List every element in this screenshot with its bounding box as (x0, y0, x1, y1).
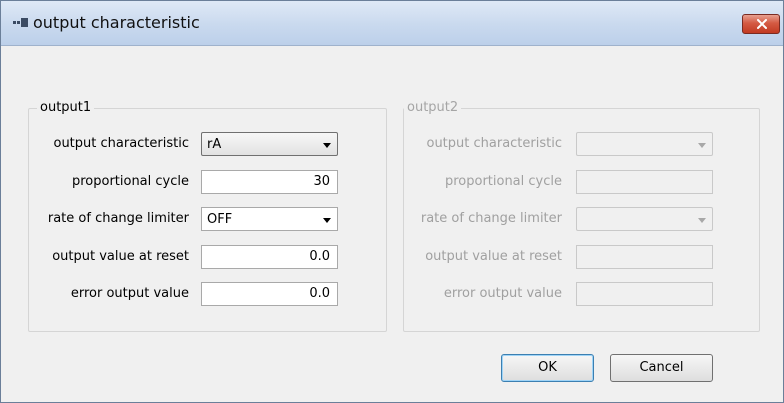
close-icon (757, 19, 767, 29)
output1-limiter-select[interactable]: OFF (201, 207, 338, 231)
output1-reset-label: output value at reset (52, 249, 189, 264)
output2-error-label: error output value (443, 286, 562, 301)
output1-characteristic-value: rA (207, 137, 222, 152)
output2-limiter-select (576, 207, 713, 231)
output1-error-input[interactable]: 0.0 (201, 282, 338, 306)
ok-button[interactable]: OK (501, 354, 594, 382)
output2-reset-label: output value at reset (425, 249, 562, 264)
output2-reset-input (576, 245, 713, 269)
output2-characteristic-label: output characteristic (426, 136, 562, 151)
app-icon (13, 18, 29, 28)
output1-limiter-value: OFF (207, 212, 233, 227)
output1-error-label: error output value (70, 286, 189, 301)
output2-group: output2 output characteristic proportion… (403, 100, 760, 332)
output1-limiter-label: rate of change limiter (47, 211, 189, 226)
output2-limiter-label: rate of change limiter (420, 211, 562, 226)
dialog-window: output characteristic output1 output cha… (0, 0, 784, 403)
output2-cycle-label: proportional cycle (444, 174, 562, 189)
title-bar[interactable]: output characteristic (1, 1, 783, 46)
output2-characteristic-select (576, 132, 713, 156)
chevron-down-icon (698, 143, 706, 148)
chevron-down-icon (323, 218, 331, 223)
chevron-down-icon (698, 218, 706, 223)
window-title: output characteristic (33, 13, 200, 32)
output1-cycle-label: proportional cycle (71, 174, 189, 189)
output2-error-input (576, 282, 713, 306)
output1-characteristic-select[interactable]: rA (201, 132, 338, 156)
output1-characteristic-label: output characteristic (53, 136, 189, 151)
output2-group-label: output2 (404, 100, 462, 115)
output1-cycle-input[interactable]: 30 (201, 170, 338, 194)
output1-reset-input[interactable]: 0.0 (201, 245, 338, 269)
chevron-down-icon (323, 143, 331, 148)
close-button[interactable] (742, 14, 780, 34)
output1-group: output1 output characteristic rA proport… (28, 100, 387, 332)
output1-group-label: output1 (37, 100, 95, 115)
output2-cycle-input (576, 170, 713, 194)
cancel-button[interactable]: Cancel (610, 354, 713, 382)
